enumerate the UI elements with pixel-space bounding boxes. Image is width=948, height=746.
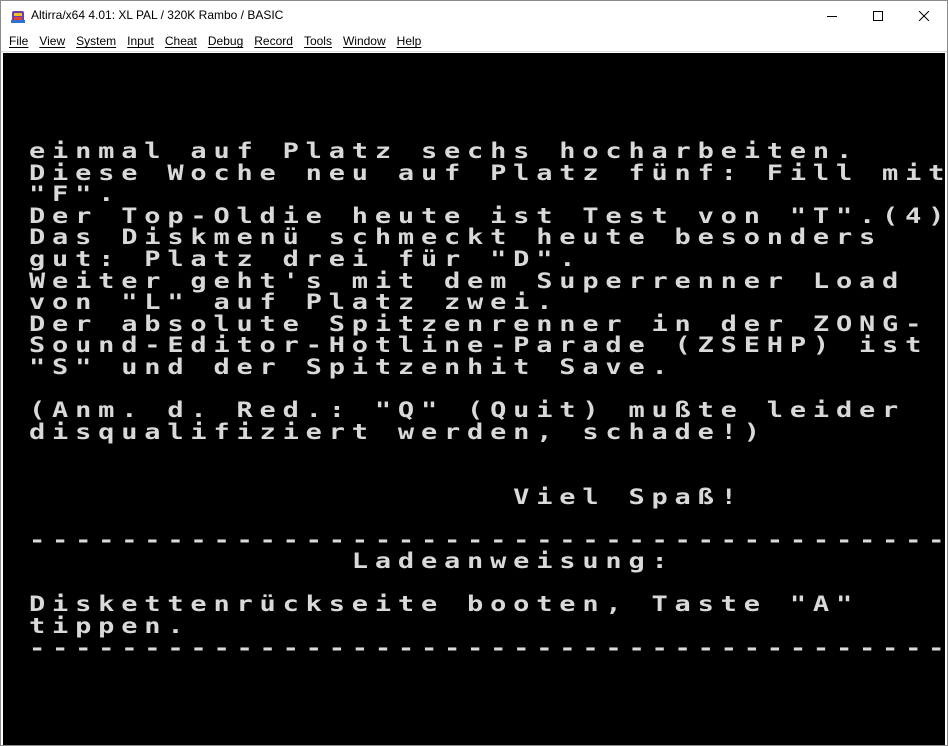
screen-line: ---------------------------------------- — [29, 636, 945, 661]
close-button[interactable] — [901, 1, 947, 31]
close-icon — [919, 11, 929, 21]
menu-window[interactable]: Window — [339, 34, 390, 48]
screen-line: Das Diskmenü schmeckt heute besonders — [29, 225, 883, 251]
screen-line — [29, 446, 929, 463]
screen-line: Der absolute Spitzenrenner in der ZONG- — [29, 312, 929, 337]
screen-line — [29, 467, 929, 484]
screen-line: "F". — [29, 182, 122, 207]
menu-help[interactable]: Help — [393, 34, 426, 48]
screen-line: "S" und der Spitzenhit Save. — [29, 355, 675, 380]
screen-line: Viel Spaß! — [29, 484, 744, 510]
screen-text-area: einmal auf Platz sechs hocharbeiten. Die… — [29, 139, 945, 661]
screen-line: (Anm. d. Red.: "Q" (Quit) mußte leider — [29, 398, 906, 423]
screen-line: Diskettenrückseite booten, Taste "A" — [29, 592, 859, 618]
screen-line: tippen. — [29, 614, 191, 639]
screen-line — [29, 575, 929, 592]
menu-system[interactable]: System — [72, 34, 120, 48]
app-window: Altirra/x64 4.01: XL PAL / 320K Rambo / … — [0, 0, 948, 746]
screen-line: von "L" auf Platz zwei. — [29, 290, 560, 315]
altirra-app-icon — [11, 11, 25, 23]
menu-tools[interactable]: Tools — [300, 34, 336, 48]
screen-line: gut: Platz drei für "D". — [29, 247, 583, 272]
screen-line: ---------------------------------------- — [29, 528, 945, 553]
menu-separator — [1, 51, 947, 52]
menu-view[interactable]: View — [35, 34, 69, 48]
screen-line: Weiter geht's mit dem Superrenner Load — [29, 269, 906, 294]
title-bar[interactable]: Altirra/x64 4.01: XL PAL / 320K Rambo / … — [1, 1, 947, 31]
screen-line — [29, 510, 929, 527]
screen-line: Diese Woche neu auf Platz fünf: Fill mit — [29, 161, 945, 186]
menu-input[interactable]: Input — [123, 34, 158, 48]
screen-line: Ladeanweisung: — [29, 549, 675, 574]
menu-cheat[interactable]: Cheat — [161, 34, 201, 48]
emulator-display[interactable]: einmal auf Platz sechs hocharbeiten. Die… — [3, 53, 945, 745]
screen-line: Der Top-Oldie heute ist Test von "T".(4) — [29, 204, 945, 229]
minimize-icon — [827, 16, 837, 17]
menu-bar: File View System Input Cheat Debug Recor… — [1, 31, 947, 51]
screen-line: disqualifiziert werden, schade!) — [29, 420, 767, 445]
menu-record[interactable]: Record — [250, 34, 297, 48]
screen-line — [29, 381, 929, 398]
menu-file[interactable]: File — [5, 34, 32, 48]
screen-line: einmal auf Platz sechs hocharbeiten. — [29, 139, 859, 164]
maximize-icon — [873, 11, 883, 21]
menu-debug[interactable]: Debug — [204, 34, 247, 48]
maximize-button[interactable] — [855, 1, 901, 31]
screen-line: Sound-Editor-Hotline-Parade (ZSEHP) ist — [29, 333, 929, 358]
minimize-button[interactable] — [809, 1, 855, 31]
window-title: Altirra/x64 4.01: XL PAL / 320K Rambo / … — [31, 8, 284, 22]
